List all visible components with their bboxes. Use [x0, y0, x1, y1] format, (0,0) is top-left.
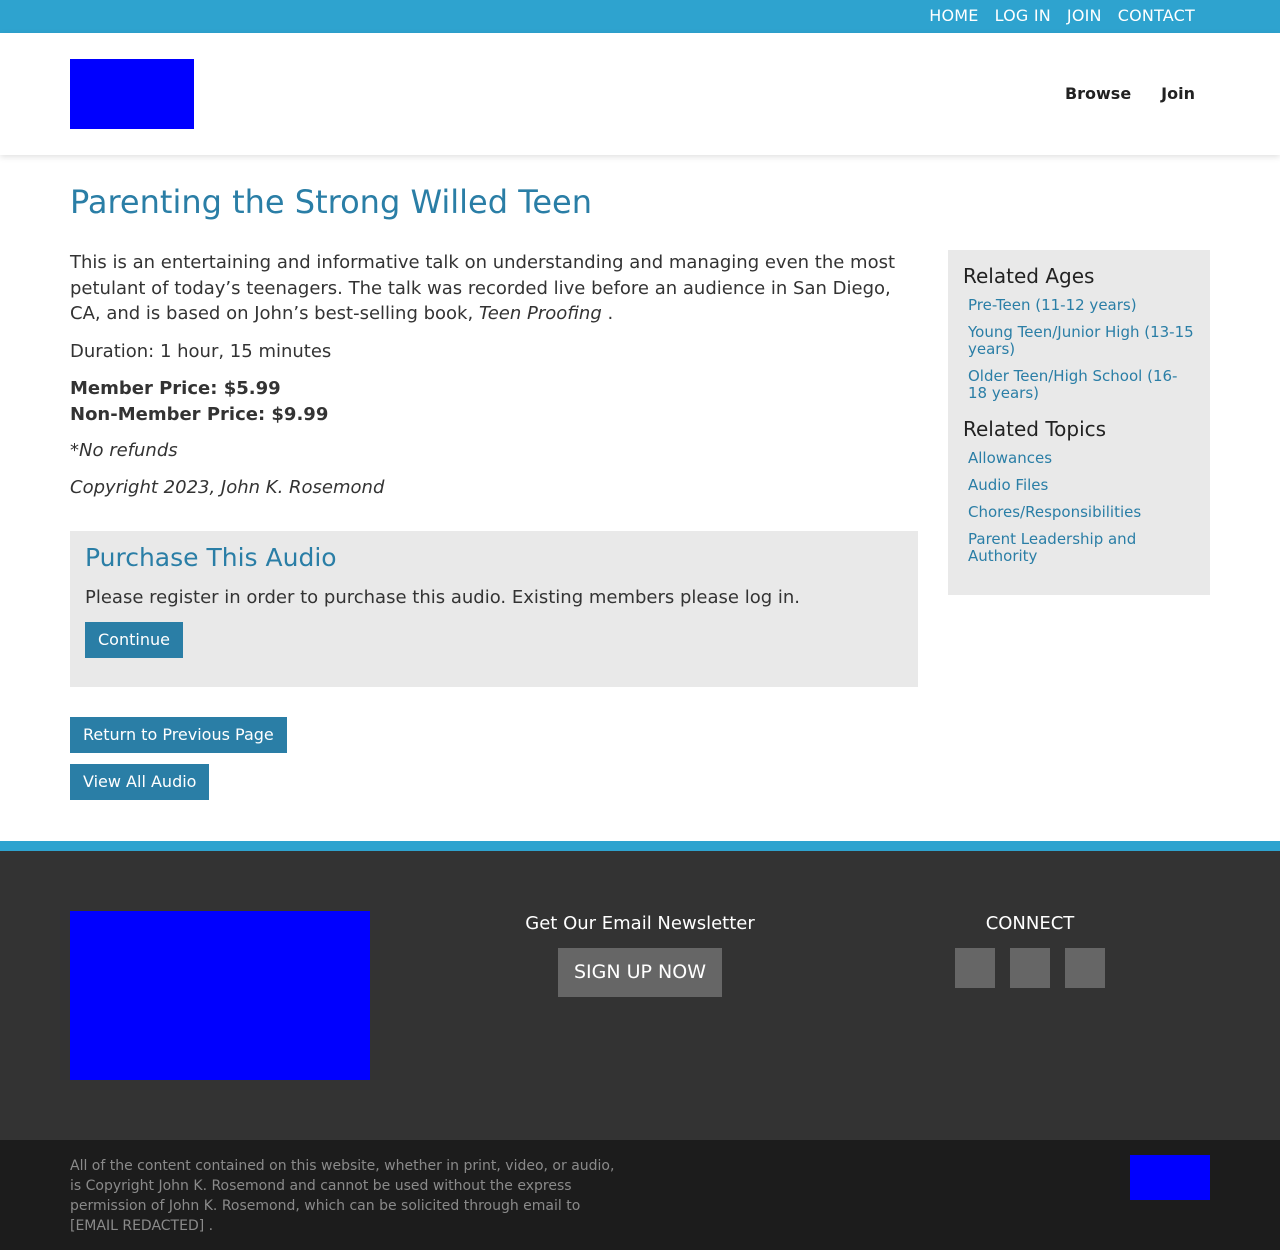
nav-join-link[interactable]: JOIN — [1067, 6, 1102, 26]
related-ages-heading: Related Ages — [963, 264, 1095, 288]
bottom-logo — [1130, 1155, 1210, 1200]
twitter-icon[interactable] — [1010, 948, 1050, 988]
newsletter-title: Get Our Email Newsletter — [525, 913, 755, 934]
related-topics-heading: Related Topics — [963, 417, 1107, 441]
social-links — [930, 948, 1130, 988]
audio-details: This is an entertaining and informative … — [70, 250, 918, 800]
copyright-note: Copyright 2023, John K. Rosemond — [70, 476, 385, 498]
legal-notice: All of the content contained on this web… — [70, 1158, 615, 1234]
continue-button[interactable]: Continue — [85, 621, 183, 658]
connect-section: CONNECT — [930, 913, 1130, 988]
page-title: Parenting the Strong Willed Teen — [70, 183, 592, 221]
return-row: Return to Previous Page — [70, 716, 918, 753]
site-header: Browse Join — [0, 33, 1280, 155]
top-utility-bar: HOME LOG IN JOIN CONTACT — [0, 0, 1280, 33]
related-age-link[interactable]: Older Teen/High School (16-18 years) — [968, 368, 1195, 402]
newsletter-section: Get Our Email Newsletter SIGN UP NOW — [440, 913, 840, 997]
main-nav-join[interactable]: Join — [1161, 84, 1195, 103]
member-price: Member Price: $5.99 — [70, 377, 281, 399]
related-ages-list: Pre-Teen (11-12 years) Young Teen/Junior… — [963, 297, 1195, 402]
purchase-text: Please register in order to purchase thi… — [85, 586, 800, 608]
connect-title: CONNECT — [985, 913, 1075, 934]
list-item: Parent Leadership and Authority — [968, 531, 1195, 565]
prices: Member Price: $5.99 Non-Member Price: $9… — [70, 376, 918, 428]
related-age-link[interactable]: Young Teen/Junior High (13-15 years) — [968, 324, 1195, 358]
audio-description: This is an entertaining and informative … — [70, 250, 918, 327]
related-age-link[interactable]: Pre-Teen (11-12 years) — [968, 297, 1195, 314]
utility-nav: HOME LOG IN JOIN CONTACT — [929, 6, 1195, 26]
sidebar: Related Ages Pre-Teen (11-12 years) Youn… — [948, 250, 1210, 595]
related-topic-link[interactable]: Chores/Responsibilities — [968, 504, 1195, 521]
related-topics-list: Allowances Audio Files Chores/Responsibi… — [963, 450, 1195, 565]
purchase-box: Purchase This Audio Please register in o… — [70, 530, 918, 687]
list-item: Chores/Responsibilities — [968, 504, 1195, 521]
nav-home-link[interactable]: HOME — [929, 6, 978, 26]
related-topic-link[interactable]: Parent Leadership and Authority — [968, 531, 1195, 565]
non-member-price: Non-Member Price: $9.99 — [70, 403, 329, 425]
instagram-icon[interactable] — [1065, 948, 1105, 988]
related-topic-link[interactable]: Audio Files — [968, 477, 1195, 494]
sign-up-button[interactable]: SIGN UP NOW — [558, 948, 722, 997]
main-nav-browse[interactable]: Browse — [1065, 84, 1131, 103]
return-to-previous-button[interactable]: Return to Previous Page — [70, 716, 287, 753]
no-refunds-note: *No refunds — [70, 439, 178, 461]
site-footer: Get Our Email Newsletter SIGN UP NOW CON… — [0, 851, 1280, 1140]
list-item: Allowances — [968, 450, 1195, 467]
list-item: Older Teen/High School (16-18 years) — [968, 368, 1195, 402]
main-content: Parenting the Strong Willed Teen This is… — [0, 155, 1280, 841]
book-title: Teen Proofing — [478, 303, 602, 324]
main-nav: Browse Join — [1065, 84, 1195, 103]
legal-bar: All of the content contained on this web… — [0, 1140, 1280, 1250]
related-topic-link[interactable]: Allowances — [968, 450, 1195, 467]
footer-divider — [0, 841, 1280, 851]
list-item: Pre-Teen (11-12 years) — [968, 297, 1195, 314]
duration: Duration: 1 hour, 15 minutes — [70, 340, 332, 362]
facebook-icon[interactable] — [955, 948, 995, 988]
nav-login-link[interactable]: LOG IN — [995, 6, 1051, 26]
footer-logo[interactable] — [70, 911, 370, 1080]
description-end: . — [607, 303, 614, 324]
view-all-row: View All Audio — [70, 763, 918, 800]
purchase-title: Purchase This Audio — [85, 542, 337, 572]
list-item: Young Teen/Junior High (13-15 years) — [968, 324, 1195, 358]
nav-contact-link[interactable]: CONTACT — [1118, 6, 1195, 26]
site-logo[interactable] — [70, 59, 194, 129]
view-all-audio-button[interactable]: View All Audio — [70, 763, 210, 800]
list-item: Audio Files — [968, 477, 1195, 494]
